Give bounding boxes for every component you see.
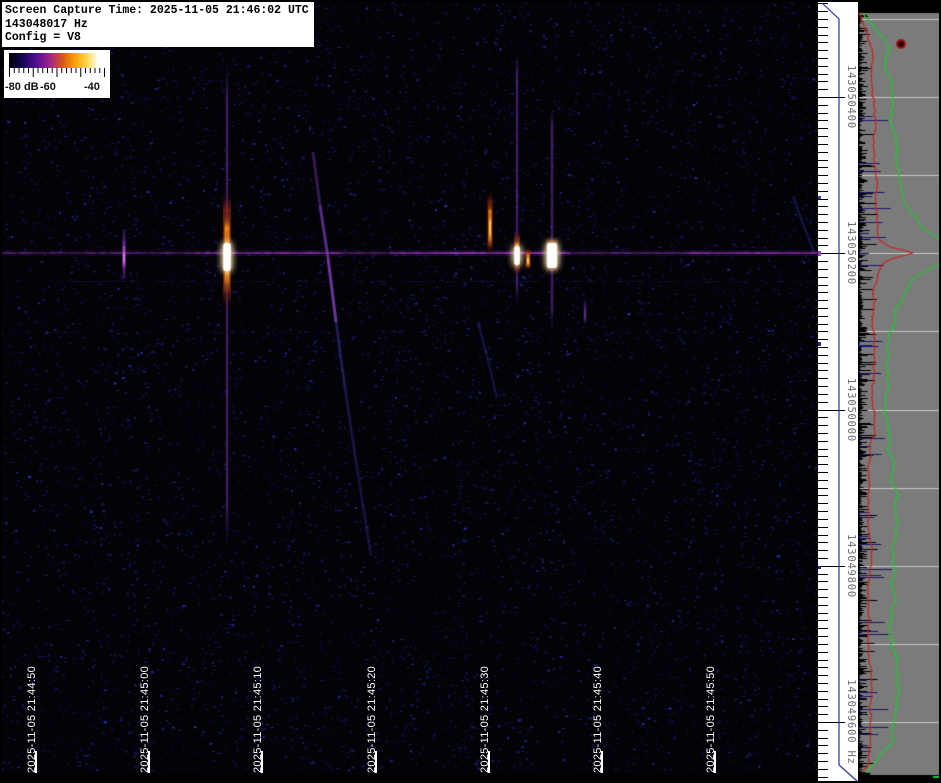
time-axis-tick [148, 751, 150, 773]
waterfall-canvas [0, 0, 818, 783]
color-scale-ticks [9, 68, 105, 78]
capture-info-box: Screen Capture Time: 2025-11-05 21:46:02… [2, 2, 314, 47]
time-axis-tick [35, 751, 37, 773]
scale-label-mid: -60 [40, 81, 56, 93]
time-axis-tick [601, 751, 603, 773]
frequency-axis-label: 143050400 [845, 65, 857, 129]
scale-label-min: -80 dB [5, 81, 39, 93]
frequency-axis-label: 143049800 [845, 534, 857, 598]
color-gradient-bar [9, 53, 104, 68]
time-axis-tick [488, 751, 490, 773]
frequency-axis-label: 143050200 [845, 221, 857, 285]
time-axis-tick [261, 751, 263, 773]
spectrum-panel-canvas [858, 0, 941, 783]
frequency-axis-label: 143050000 [845, 378, 857, 442]
time-axis-tick [375, 751, 377, 773]
scale-label-max: -40 [84, 81, 100, 93]
capture-time-line: Screen Capture Time: 2025-11-05 21:46:02… [5, 4, 311, 18]
intensity-color-scale: -80 dB -60 -40 [4, 50, 110, 98]
frequency-axis: 143050400 143050200 143050000 143049800 1430… [818, 0, 858, 783]
spectrogram-screen: 143050400 143050200 143050000 143049800 1430… [0, 0, 941, 783]
time-axis-tick [714, 751, 716, 773]
config-line: Config = V8 [5, 31, 311, 45]
frequency-axis-label: 143049600 Hz [845, 679, 857, 764]
center-frequency-line: 143048017 Hz [5, 18, 311, 32]
